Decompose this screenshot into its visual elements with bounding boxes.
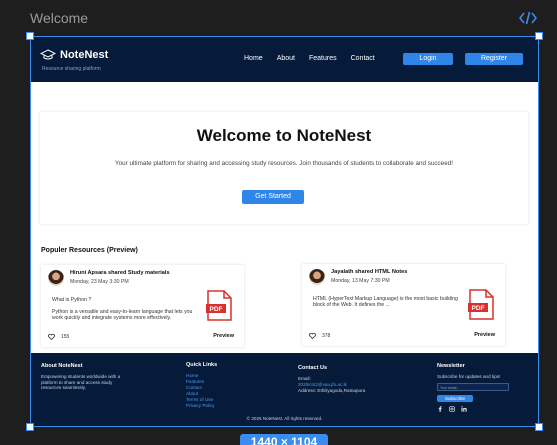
- footer-links-title: Quick Links: [186, 362, 218, 368]
- social-links: [437, 405, 527, 412]
- avatar: [309, 269, 325, 285]
- login-button[interactable]: Login: [403, 53, 453, 65]
- avatar: [48, 270, 64, 286]
- card-date: Monday, 23 May 3:30 PM: [70, 279, 129, 285]
- like-control[interactable]: 155: [48, 334, 69, 340]
- resize-handle-top-right[interactable]: [535, 32, 543, 40]
- nav-about[interactable]: About: [277, 55, 295, 62]
- resources-title: Populer Resources (Preview): [41, 247, 138, 254]
- nav-features[interactable]: Features: [309, 55, 337, 62]
- card-body-line: Python is a versatile and easy-to-learn …: [52, 309, 193, 321]
- svg-text:PDF: PDF: [210, 306, 223, 313]
- brand[interactable]: NoteNest: [40, 49, 108, 61]
- resource-card[interactable]: Hiruni Apsara shared Study materials Mon…: [41, 265, 244, 347]
- frame-size-badge: 1440 × 1104: [240, 434, 328, 445]
- svg-text:PDF: PDF: [472, 305, 485, 312]
- card-date: Monday, 13 May 7:30 PM: [331, 278, 390, 284]
- resource-card[interactable]: Jayalath shared HTML Notes Monday, 13 Ma…: [302, 264, 505, 346]
- resize-handle-bottom-left[interactable]: [26, 423, 34, 431]
- card-body: What is Python ? Python is a versatile a…: [52, 297, 202, 327]
- frame-title[interactable]: Welcome: [30, 10, 88, 26]
- preview-link[interactable]: Preview: [474, 332, 495, 338]
- preview-link[interactable]: Preview: [213, 333, 234, 339]
- design-canvas: Welcome NoteNest Resource sharing platfo…: [0, 0, 557, 445]
- footer-contact-title: Contact Us: [298, 365, 328, 371]
- card-user: Jayalath shared HTML Notes: [331, 269, 408, 275]
- resize-handle-bottom-right[interactable]: [535, 423, 543, 431]
- nav-contact[interactable]: Contact: [351, 55, 375, 62]
- footer: About NoteNest Empowering students world…: [30, 353, 539, 427]
- linkedin-icon[interactable]: [461, 405, 467, 412]
- footer-about-text: Empowering students worldwide with a pla…: [41, 374, 121, 390]
- graduation-cap-icon: [40, 49, 56, 60]
- hero-subtitle: Your ultimate platform for sharing and a…: [115, 160, 453, 167]
- register-button[interactable]: Register: [465, 53, 523, 65]
- resize-handle-top-left[interactable]: [26, 32, 34, 40]
- footer-link-privacy[interactable]: Privacy Policy: [186, 403, 246, 409]
- heart-icon[interactable]: [48, 334, 55, 340]
- footer-contact: Contact Us Email: 2020ict42@vau.jfn.ac.l…: [298, 365, 398, 393]
- newsletter-email-input[interactable]: Your email...: [437, 382, 509, 391]
- like-control[interactable]: 378: [309, 333, 330, 339]
- pdf-file-icon: PDF: [468, 289, 494, 320]
- like-count: 155: [61, 334, 70, 340]
- copyright: © 2025 NoteNest. All rights reserved.: [246, 416, 323, 421]
- brand-tagline: Resource sharing platform: [42, 66, 101, 72]
- footer-about: About NoteNest Empowering students world…: [41, 363, 131, 391]
- hero-title: Welcome to NoteNest: [196, 126, 372, 145]
- brand-name: NoteNest: [60, 49, 109, 61]
- card-body: HTML (HyperText Markup Language) is the …: [313, 296, 463, 314]
- card-user: Hiruni Apsara shared Study materials: [70, 270, 170, 276]
- newsletter-title: Newsletter: [437, 363, 465, 369]
- welcome-frame[interactable]: NoteNest Resource sharing platform Home …: [30, 36, 539, 427]
- code-icon[interactable]: [519, 11, 537, 25]
- instagram-icon[interactable]: [449, 405, 455, 412]
- facebook-icon[interactable]: [437, 405, 443, 412]
- nav-links: Home About Features Contact: [244, 55, 375, 62]
- footer-newsletter: Newsletter Subscribe for updates and tip…: [437, 363, 527, 412]
- top-navbar: NoteNest Resource sharing platform Home …: [30, 36, 539, 82]
- newsletter-text: Subscribe for updates and tips!: [437, 374, 501, 379]
- heart-icon[interactable]: [309, 333, 316, 339]
- nav-home[interactable]: Home: [244, 55, 263, 62]
- subscribe-button[interactable]: Subscribe: [437, 394, 473, 402]
- pdf-file-icon: PDF: [206, 290, 232, 321]
- card-body-line: HTML (HyperText Markup Language) is the …: [313, 296, 458, 308]
- footer-address: Address: Ethiliyagoda,Ratnapura: [298, 387, 366, 393]
- card-body-line: What is Python ?: [52, 297, 92, 303]
- footer-about-title: About NoteNest: [41, 363, 83, 369]
- footer-quick-links: Quick Links Home Features Contact About …: [186, 362, 246, 409]
- hero-section: Welcome to NoteNest Your ultimate platfo…: [40, 112, 528, 224]
- like-count: 378: [322, 333, 331, 339]
- get-started-button[interactable]: Get Started: [242, 190, 304, 204]
